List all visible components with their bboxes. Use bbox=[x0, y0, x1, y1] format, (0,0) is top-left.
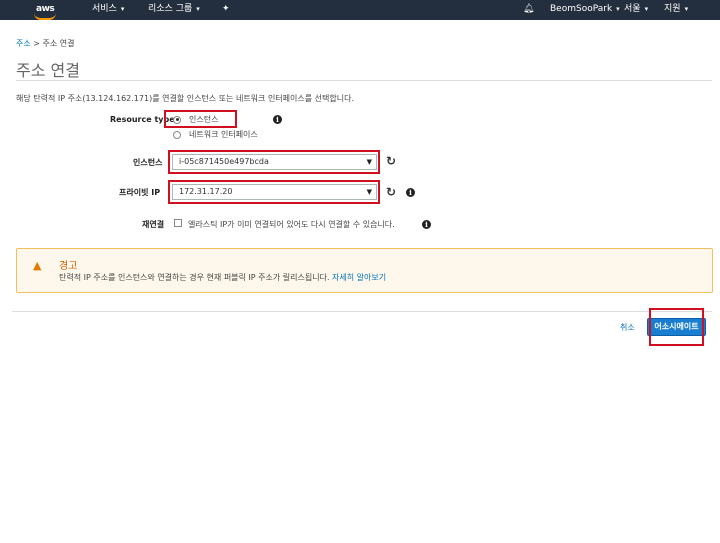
support-menu[interactable]: 지원 ▾ bbox=[664, 0, 688, 20]
refresh-icon[interactable]: ↻ bbox=[386, 185, 396, 199]
resource-groups-menu[interactable]: 리소스 그룹 ▾ bbox=[148, 0, 200, 20]
learn-more-link[interactable]: 자세히 알아보기 bbox=[332, 273, 386, 282]
title-divider bbox=[16, 80, 712, 81]
instance-label: 인스턴스 bbox=[133, 158, 163, 167]
top-nav-bar: aws 서비스 ▾ 리소스 그룹 ▾ ✦ 🔔︎ BeomSooPark ▾ 서울 ▾ 지… bbox=[0, 0, 720, 20]
chevron-down-icon: ▾ bbox=[616, 5, 620, 13]
region-label: 서울 bbox=[624, 4, 641, 14]
warning-icon: ▲ bbox=[33, 259, 42, 272]
user-menu[interactable]: BeomSooPark ▾ bbox=[550, 0, 620, 20]
chevron-down-icon: ▾ bbox=[684, 5, 689, 13]
support-label: 지원 bbox=[664, 4, 681, 14]
breadcrumb-root[interactable]: 주소 bbox=[16, 39, 31, 48]
highlight-instance bbox=[168, 150, 380, 174]
reassoc-checkbox[interactable] bbox=[174, 219, 182, 227]
breadcrumb-separator: > bbox=[33, 39, 40, 48]
radio-network-interface[interactable]: 네트워크 인터페이스 bbox=[173, 129, 258, 140]
bell-icon[interactable]: 🔔︎ bbox=[523, 0, 534, 20]
user-label: BeomSooPark bbox=[550, 4, 613, 14]
info-icon[interactable]: i bbox=[406, 188, 415, 197]
services-menu[interactable]: 서비스 ▾ bbox=[92, 0, 124, 20]
radio-network-interface-button[interactable] bbox=[173, 130, 181, 139]
pin-icon[interactable]: ✦ bbox=[222, 0, 230, 20]
resource-groups-label: 리소스 그룹 bbox=[148, 4, 193, 14]
services-label: 서비스 bbox=[92, 4, 117, 14]
refresh-icon[interactable]: ↻ bbox=[386, 154, 396, 168]
chevron-down-icon: ▾ bbox=[644, 5, 649, 13]
warning-title: 경고 bbox=[59, 261, 78, 272]
chevron-down-icon: ▾ bbox=[196, 5, 200, 13]
reassoc-label: 재연결 bbox=[142, 220, 165, 229]
region-menu[interactable]: 서울 ▾ bbox=[624, 0, 648, 20]
warning-alert: ▲ 경고 탄력적 IP 주소를 인스턴스와 연결하는 경우 현재 퍼블릭 IP … bbox=[16, 248, 713, 293]
cancel-button[interactable]: 취소 bbox=[620, 322, 635, 333]
chevron-down-icon: ▾ bbox=[120, 5, 125, 13]
warning-body-text: 탄력적 IP 주소를 인스턴스와 연결하는 경우 현재 퍼블릭 IP 주소가 릴… bbox=[59, 273, 330, 282]
highlight-private-ip bbox=[168, 180, 380, 204]
info-icon[interactable]: i bbox=[422, 220, 431, 229]
reassoc-text: 엘라스틱 IP가 이미 연결되어 있어도 다시 연결할 수 있습니다. bbox=[188, 220, 395, 229]
info-icon[interactable]: i bbox=[273, 115, 282, 124]
radio-network-interface-label: 네트워크 인터페이스 bbox=[189, 130, 258, 139]
private-ip-label: 프라이빗 IP bbox=[119, 188, 161, 197]
breadcrumb: 주소 > 주소 연결 bbox=[16, 38, 75, 49]
warning-body: 탄력적 IP 주소를 인스턴스와 연결하는 경우 현재 퍼블릭 IP 주소가 릴… bbox=[59, 272, 386, 283]
description-text: 해당 탄력적 IP 주소(13.124.162.171)를 연결할 인스턴스 또… bbox=[16, 94, 354, 103]
highlight-resource-type bbox=[164, 110, 237, 128]
breadcrumb-current: 주소 연결 bbox=[42, 39, 75, 48]
footer-divider bbox=[12, 311, 712, 312]
page-title: 주소 연결 bbox=[16, 61, 80, 80]
aws-logo-smile bbox=[34, 13, 56, 20]
highlight-associate bbox=[649, 308, 704, 346]
